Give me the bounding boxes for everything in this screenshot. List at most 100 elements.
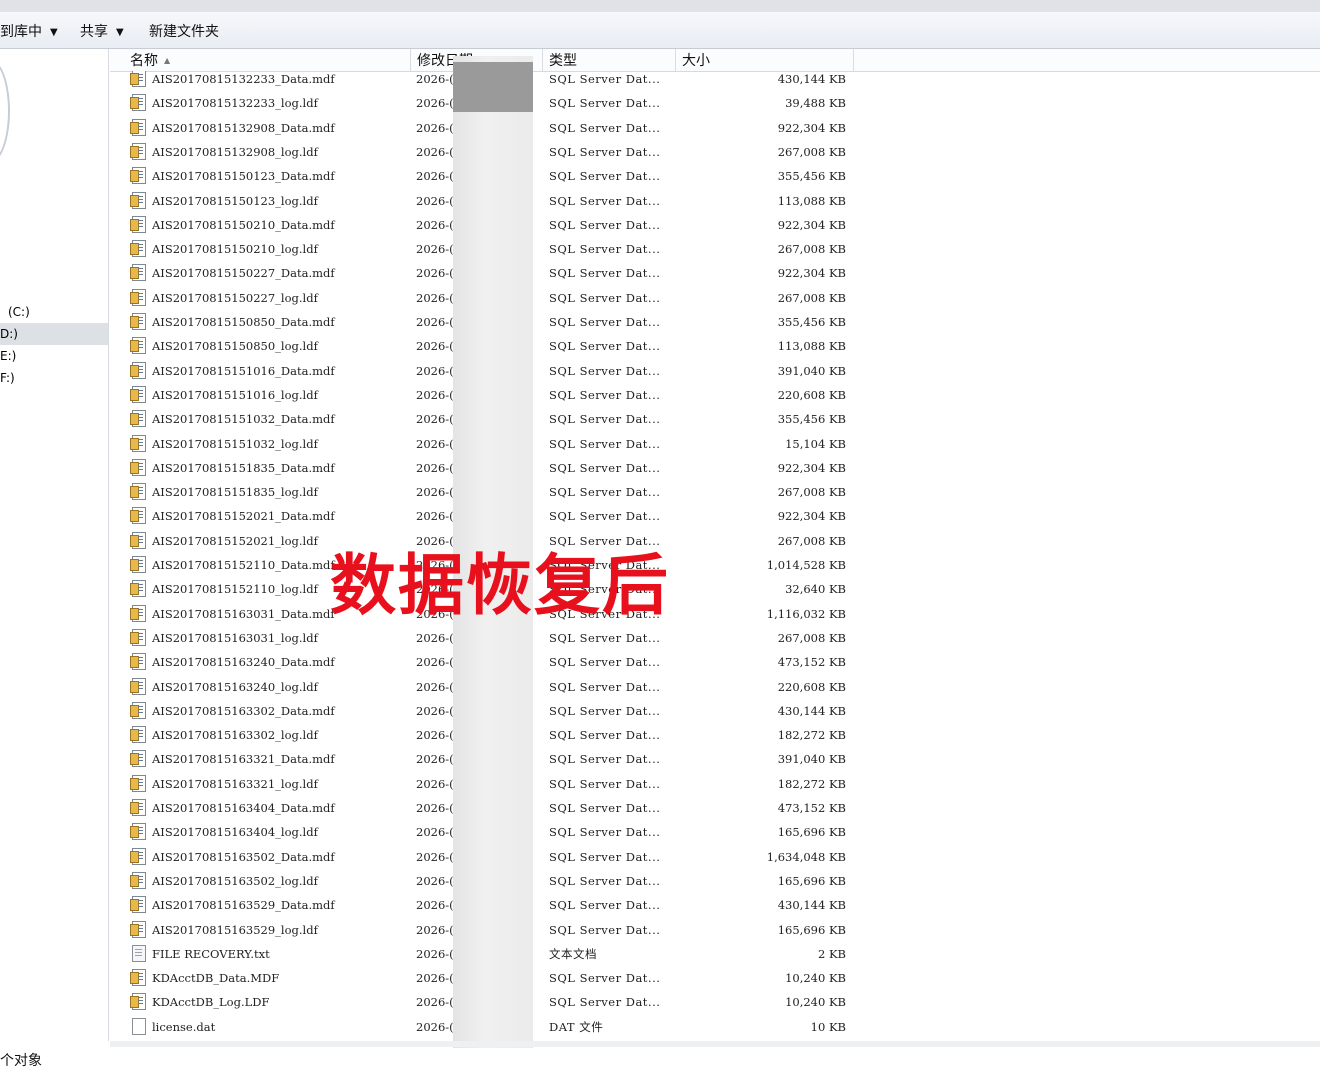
sql-db-icon: [130, 653, 148, 671]
file-row[interactable]: AIS20170815150850_Data.mdf 2026-(SQL Serv…: [110, 312, 1320, 336]
sql-db-icon: [130, 847, 148, 866]
file-type: SQL Server Dat...: [549, 776, 661, 791]
file-row[interactable]: FILE RECOVERY.txt 2026-(文本文档 2 KB: [110, 944, 1320, 968]
file-name: AIS20170815151032_Data.mdf: [152, 412, 335, 427]
file-row[interactable]: AIS20170815163240_log.ldf 2026-(SQL Serve…: [110, 677, 1320, 701]
file-date: 2026-(: [416, 144, 454, 159]
file-row[interactable]: AIS20170815132233_Data.mdf 2026-(SQL Serv…: [110, 71, 1320, 93]
file-row[interactable]: AIS20170815163529_Data.mdf 2026-(SQL Serv…: [110, 895, 1320, 919]
file-size: 922,304 KB: [777, 509, 846, 524]
file-row[interactable]: AIS20170815163031_log.ldf 2026-(SQL Serve…: [110, 628, 1320, 652]
file-type: SQL Server Dat...: [549, 460, 661, 475]
file-date: 2026-(: [416, 412, 454, 427]
file-name: license.dat: [152, 1019, 216, 1034]
file-type: SQL Server Dat...: [549, 120, 661, 135]
share-button[interactable]: 共享 ▼: [80, 21, 124, 41]
file-size: 10 KB: [810, 1019, 846, 1034]
nav-drive-c[interactable]: (C:): [0, 301, 108, 323]
new-folder-label: 新建文件夹: [149, 24, 219, 40]
file-name: AIS20170815150210_log.ldf: [152, 242, 318, 257]
sql-db-icon: [130, 434, 148, 453]
nav-drive-e[interactable]: E:): [0, 345, 108, 367]
file-type: SQL Server Dat...: [549, 193, 661, 208]
file-row[interactable]: license.dat 2026-(DAT 文件 10 KB: [110, 1017, 1320, 1041]
status-object-count: 个对象: [0, 1053, 42, 1069]
file-row[interactable]: AIS20170815163302_log.ldf 2026-(SQL Serve…: [110, 725, 1320, 749]
file-date: 2026-(: [416, 849, 454, 864]
file-row[interactable]: AIS20170815150210_Data.mdf 2026-(SQL Serv…: [110, 215, 1320, 239]
file-type: SQL Server Dat...: [549, 339, 661, 354]
file-row[interactable]: AIS20170815163502_Data.mdf 2026-(SQL Serv…: [110, 847, 1320, 871]
file-row[interactable]: AIS20170815132908_log.ldf 2026-(SQL Serve…: [110, 142, 1320, 166]
file-row[interactable]: AIS20170815152110_log.ldf 2026-(SQL Serve…: [110, 579, 1320, 603]
sql-db-icon: [130, 71, 148, 88]
file-size: 267,008 KB: [777, 242, 846, 257]
file-date: 2026-(: [416, 703, 454, 718]
file-row[interactable]: AIS20170815152110_Data.mdf 2026-(SQL Serv…: [110, 555, 1320, 579]
include-in-library-button[interactable]: 到库中 ▼: [0, 21, 58, 41]
blur-dark-patch: [453, 62, 533, 112]
file-row[interactable]: AIS20170815163529_log.ldf 2026-(SQL Serve…: [110, 920, 1320, 944]
column-header-size-label: 大小: [682, 53, 710, 69]
horizontal-scrollbar[interactable]: [110, 1041, 1320, 1047]
sql-db-icon: [130, 969, 148, 987]
file-row[interactable]: AIS20170815151032_Data.mdf 2026-(SQL Serv…: [110, 409, 1320, 433]
file-size: 355,456 KB: [777, 315, 846, 329]
column-header-type[interactable]: 类型: [543, 49, 676, 71]
file-name: AIS20170815163031_log.ldf: [152, 630, 318, 645]
sql-db-icon: [130, 483, 148, 501]
file-date: 2026-(: [416, 217, 454, 232]
sql-db-icon: [130, 458, 148, 477]
file-row[interactable]: AIS20170815163502_log.ldf 2026-(SQL Serve…: [110, 871, 1320, 895]
file-row[interactable]: AIS20170815151835_Data.mdf 2026-(SQL Serv…: [110, 458, 1320, 482]
overlay-caption: 数据恢复后: [330, 546, 670, 624]
sql-db-icon: [130, 556, 148, 574]
file-size: 473,152 KB: [777, 655, 846, 670]
file-size: 39,488 KB: [785, 96, 846, 111]
file-row[interactable]: AIS20170815132233_log.ldf 2026-(SQL Serve…: [110, 93, 1320, 117]
new-folder-button[interactable]: 新建文件夹: [149, 21, 219, 41]
file-row[interactable]: AIS20170815152021_log.ldf 2026-(SQL Serve…: [110, 531, 1320, 555]
file-row[interactable]: KDAcctDB_Log.LDF 2026-(SQL Server Dat... 1…: [110, 992, 1320, 1016]
file-size: 922,304 KB: [777, 460, 846, 475]
file-size: 182,272 KB: [777, 728, 846, 743]
file-row[interactable]: AIS20170815151835_log.ldf 2026-(SQL Serve…: [110, 482, 1320, 506]
file-size: 391,040 KB: [777, 752, 846, 767]
file-size: 922,304 KB: [777, 266, 846, 281]
file-name: AIS20170815132233_log.ldf: [152, 96, 318, 111]
file-row[interactable]: AIS20170815151016_Data.mdf 2026-(SQL Serv…: [110, 361, 1320, 385]
file-row[interactable]: KDAcctDB_Data.MDF 2026-(SQL Server Dat...…: [110, 968, 1320, 992]
file-row[interactable]: AIS20170815151032_log.ldf 2026-(SQL Serve…: [110, 434, 1320, 458]
file-row[interactable]: AIS20170815163031_Data.mdf 2026-(SQL Serv…: [110, 604, 1320, 628]
file-type: DAT 文件: [549, 1019, 604, 1034]
file-row[interactable]: AIS20170815163302_Data.mdf 2026-(SQL Serv…: [110, 701, 1320, 725]
column-header-size[interactable]: 大小: [676, 49, 854, 71]
nav-drive-d[interactable]: D:): [0, 323, 108, 345]
file-row[interactable]: AIS20170815152021_Data.mdf 2026-(SQL Serv…: [110, 506, 1320, 530]
file-row[interactable]: AIS20170815150850_log.ldf 2026-(SQL Serve…: [110, 336, 1320, 360]
file-row[interactable]: AIS20170815150123_Data.mdf 2026-(SQL Serv…: [110, 166, 1320, 190]
file-date: 2026-(: [416, 120, 454, 135]
file-name: AIS20170815132908_Data.mdf: [152, 120, 335, 135]
file-row[interactable]: AIS20170815150227_Data.mdf 2026-(SQL Serv…: [110, 263, 1320, 287]
file-row[interactable]: AIS20170815150227_log.ldf 2026-(SQL Serve…: [110, 288, 1320, 312]
file-row[interactable]: AIS20170815151016_log.ldf 2026-(SQL Serve…: [110, 385, 1320, 409]
file-row[interactable]: AIS20170815150210_log.ldf 2026-(SQL Serve…: [110, 239, 1320, 263]
nav-drive-f[interactable]: F:): [0, 367, 108, 389]
file-name: AIS20170815150227_log.ldf: [152, 290, 318, 305]
file-row[interactable]: AIS20170815163404_log.ldf 2026-(SQL Serve…: [110, 822, 1320, 846]
file-type: 文本文档: [549, 946, 597, 961]
file-row[interactable]: AIS20170815163404_Data.mdf 2026-(SQL Serv…: [110, 798, 1320, 822]
file-row[interactable]: AIS20170815150123_log.ldf 2026-(SQL Serve…: [110, 191, 1320, 215]
file-row[interactable]: AIS20170815163321_log.ldf 2026-(SQL Serve…: [110, 774, 1320, 798]
file-row[interactable]: AIS20170815132908_Data.mdf 2026-( SQL Serv…: [110, 118, 1320, 142]
file-type: SQL Server Dat...: [549, 873, 661, 888]
file-type: SQL Server Dat...: [549, 72, 661, 86]
file-row[interactable]: AIS20170815163240_Data.mdf 2026-(SQL Serv…: [110, 652, 1320, 676]
file-size: 113,088 KB: [777, 339, 846, 354]
file-size: 391,040 KB: [777, 363, 846, 378]
column-header-name[interactable]: 名称 ▲: [124, 49, 411, 71]
nav-drive-label: F:): [0, 371, 15, 385]
file-type: SQL Server Dat...: [549, 679, 661, 694]
file-row[interactable]: AIS20170815163321_Data.mdf 2026-(SQL Serv…: [110, 749, 1320, 773]
